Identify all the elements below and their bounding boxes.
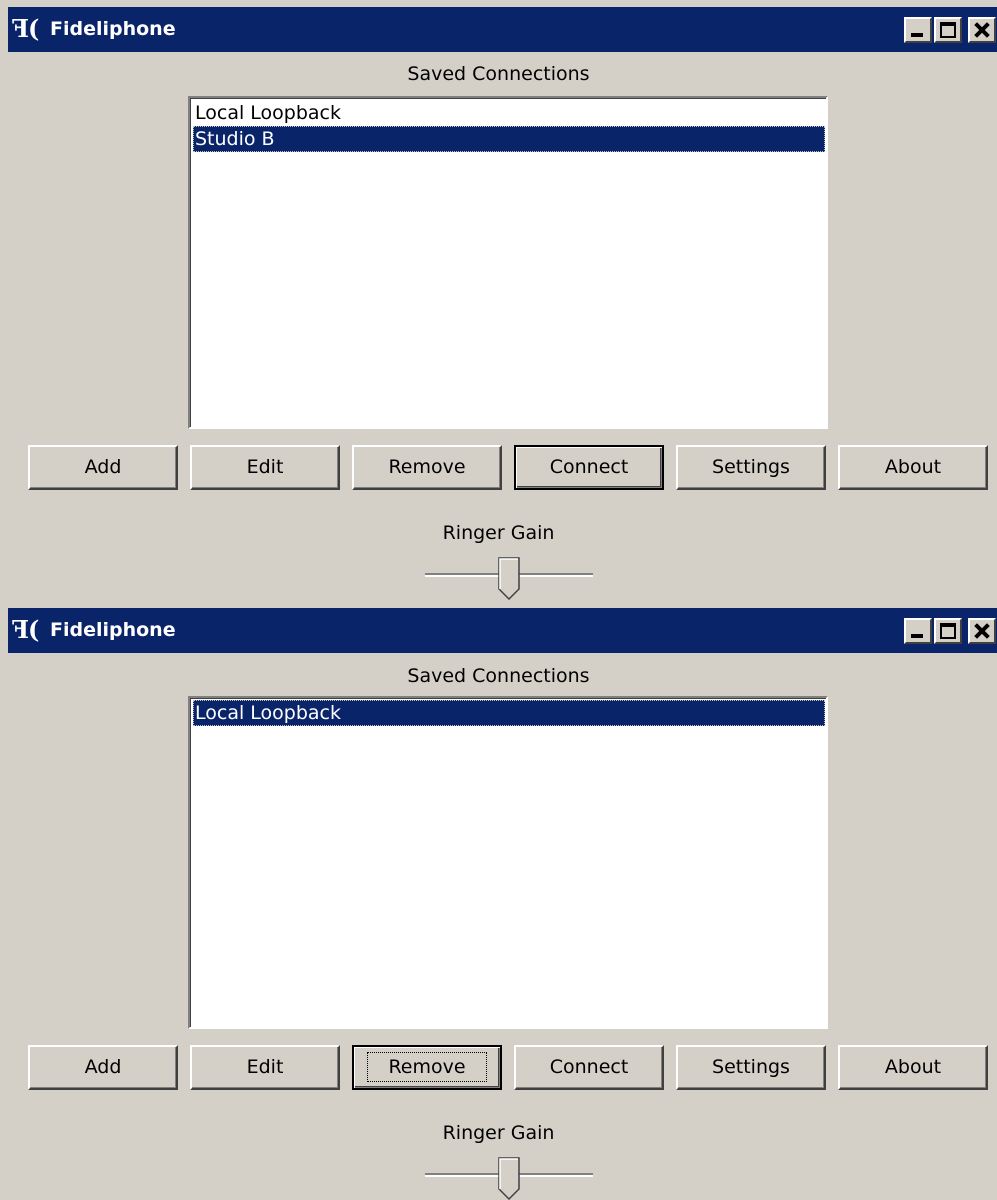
ringer-gain-label: Ringer Gain	[442, 1122, 555, 1144]
add-button-label: Add	[84, 456, 122, 478]
window-frame	[0, 600, 8, 1200]
fideliphone-window-1: ꟻ( Fideliphone Saved Connections Local L…	[0, 0, 997, 600]
remove-button[interactable]: Remove	[352, 445, 502, 490]
edit-button-label: Edit	[246, 456, 284, 478]
title-bar[interactable]: ꟻ( Fideliphone	[8, 7, 997, 52]
edit-button-label: Edit	[246, 1056, 284, 1078]
fideliphone-window-2: ꟻ( Fideliphone Saved Connections Local L…	[0, 600, 997, 1200]
ringer-gain-slider-thumb[interactable]	[498, 557, 520, 600]
fideliphone-icon[interactable]: ꟻ(	[12, 616, 40, 644]
ringer-gain-slider-thumb[interactable]	[498, 1157, 520, 1200]
window-title: Fideliphone	[50, 18, 176, 40]
remove-button-label: Remove	[367, 1052, 487, 1082]
list-item[interactable]: Local Loopback	[193, 700, 825, 726]
title-bar[interactable]: ꟻ( Fideliphone	[8, 608, 997, 653]
remove-button[interactable]: Remove	[352, 1045, 502, 1090]
close-icon[interactable]	[968, 17, 996, 43]
about-button[interactable]: About	[838, 445, 988, 490]
settings-button[interactable]: Settings	[676, 1045, 826, 1090]
connect-button-label: Connect	[549, 456, 629, 478]
settings-button[interactable]: Settings	[676, 445, 826, 490]
settings-button-label: Settings	[712, 456, 790, 478]
list-item[interactable]: Local Loopback	[193, 100, 825, 126]
edit-button[interactable]: Edit	[190, 445, 340, 490]
settings-button-label: Settings	[712, 1056, 790, 1078]
add-button[interactable]: Add	[28, 445, 178, 490]
saved-connections-list[interactable]: Local Loopback	[188, 696, 828, 1029]
about-button[interactable]: About	[838, 1045, 988, 1090]
window-frame	[0, 0, 8, 600]
minimize-icon[interactable]	[904, 618, 932, 644]
connect-button-label: Connect	[549, 1056, 629, 1078]
saved-connections-label: Saved Connections	[407, 665, 590, 687]
saved-connections-label: Saved Connections	[407, 63, 590, 85]
maximize-icon[interactable]	[934, 17, 962, 43]
list-item[interactable]: Studio B	[193, 126, 825, 152]
saved-connections-list[interactable]: Local Loopback Studio B	[188, 96, 828, 429]
add-button[interactable]: Add	[28, 1045, 178, 1090]
about-button-label: About	[884, 1056, 942, 1078]
fideliphone-icon[interactable]: ꟻ(	[12, 15, 40, 43]
add-button-label: Add	[84, 1056, 122, 1078]
ringer-gain-label: Ringer Gain	[442, 522, 555, 544]
about-button-label: About	[884, 456, 942, 478]
maximize-icon[interactable]	[934, 618, 962, 644]
close-icon[interactable]	[968, 618, 996, 644]
remove-button-label: Remove	[388, 456, 466, 478]
connect-button[interactable]: Connect	[514, 445, 664, 490]
edit-button[interactable]: Edit	[190, 1045, 340, 1090]
connect-button[interactable]: Connect	[514, 1045, 664, 1090]
minimize-icon[interactable]	[904, 17, 932, 43]
window-title: Fideliphone	[50, 619, 176, 641]
